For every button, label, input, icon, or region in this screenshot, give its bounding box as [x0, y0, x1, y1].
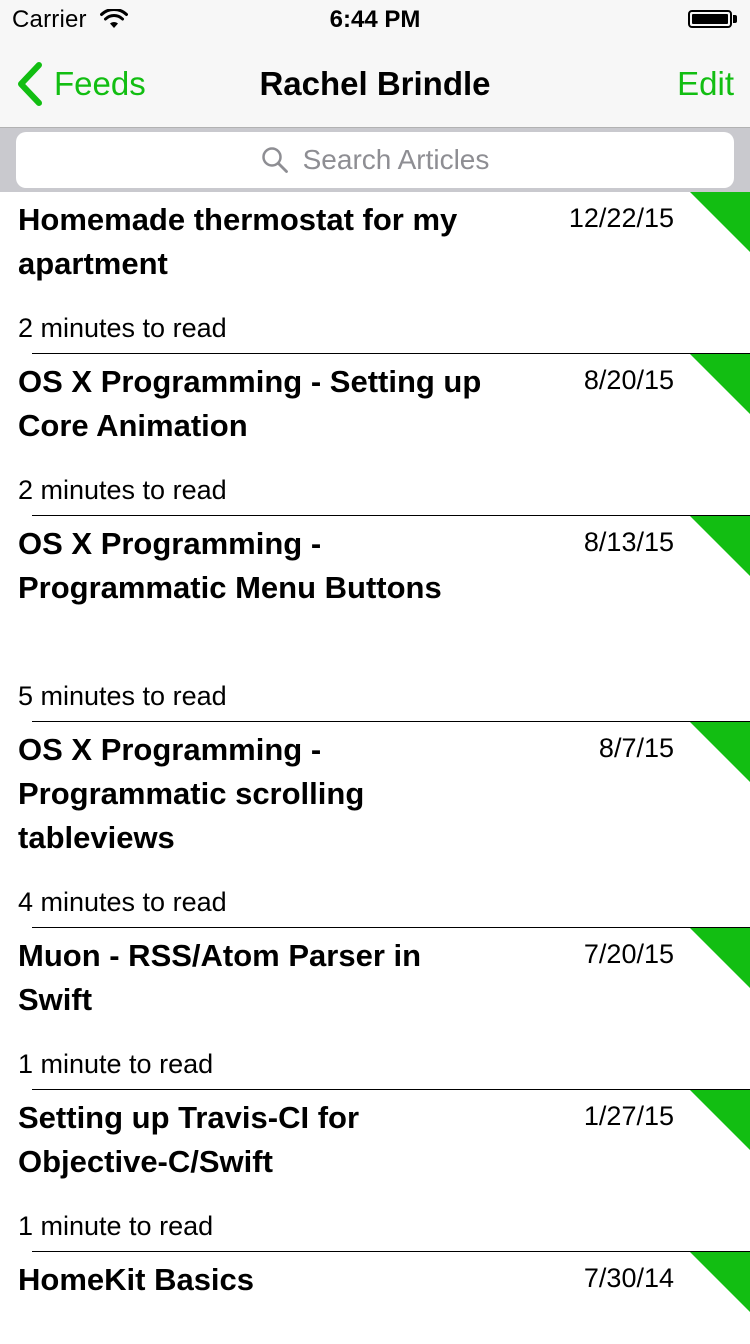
article-date: 7/30/14 [583, 1263, 674, 1293]
unread-marker-icon [690, 192, 750, 252]
unread-marker-icon [690, 1252, 750, 1312]
article-date: 7/20/15 [583, 939, 674, 969]
article-title: OS X Programming - Programmatic scrollin… [18, 732, 365, 855]
status-bar: Carrier 6:44 PM [0, 0, 750, 40]
unread-marker-icon [690, 516, 750, 576]
list-item[interactable]: Muon - RSS/Atom Parser in Swift 7/20/15 … [0, 928, 750, 1090]
unread-marker-icon [690, 722, 750, 782]
read-time-label: 4 minutes to read [18, 887, 227, 917]
search-input[interactable]: Search Articles [16, 132, 734, 188]
page-title: Rachel Brindle [259, 65, 491, 102]
article-date: 12/22/15 [568, 203, 674, 233]
search-placeholder: Search Articles [302, 144, 490, 175]
article-title: HomeKit Basics [18, 1262, 255, 1297]
article-title: Homemade thermostat for my apartment [18, 202, 458, 281]
battery-icon [688, 10, 740, 30]
list-item[interactable]: HomeKit Basics 7/30/14 [0, 1252, 750, 1344]
search-icon [261, 147, 288, 173]
status-time: 6:44 PM [329, 6, 421, 33]
read-time-label: 1 minute to read [18, 1049, 214, 1079]
article-title: Muon - RSS/Atom Parser in Swift [18, 938, 422, 1017]
edit-button[interactable]: Edit [677, 62, 734, 106]
article-date: 8/13/15 [583, 527, 674, 557]
unread-marker-icon [690, 928, 750, 988]
article-date: 8/7/15 [598, 733, 674, 763]
article-date: 1/27/15 [583, 1101, 674, 1131]
article-list: Homemade thermostat for my apartment 12/… [0, 192, 750, 1344]
read-time-label: 2 minutes to read [18, 313, 227, 343]
read-time-label: 1 minute to read [18, 1211, 214, 1241]
unread-marker-icon [690, 354, 750, 414]
read-time-label: 5 minutes to read [18, 681, 227, 711]
navigation-bar: Feeds Rachel Brindle Edit [0, 40, 750, 128]
list-item[interactable]: Setting up Travis-CI for Objective-C/Swi… [0, 1090, 750, 1252]
list-item[interactable]: Homemade thermostat for my apartment 12/… [0, 192, 750, 354]
read-time-label: 2 minutes to read [18, 475, 227, 505]
list-item[interactable]: OS X Programming - Programmatic Menu But… [0, 516, 750, 722]
search-bar: Search Articles [0, 128, 750, 192]
article-title: OS X Programming - Setting up Core Anima… [18, 364, 482, 443]
list-item[interactable]: OS X Programming - Programmatic scrollin… [0, 722, 750, 928]
list-item[interactable]: OS X Programming - Setting up Core Anima… [0, 354, 750, 516]
unread-marker-icon [690, 1090, 750, 1150]
article-title: Setting up Travis-CI for Objective-C/Swi… [18, 1100, 360, 1179]
article-title: OS X Programming - Programmatic Menu But… [18, 526, 442, 605]
article-date: 8/20/15 [583, 365, 674, 395]
